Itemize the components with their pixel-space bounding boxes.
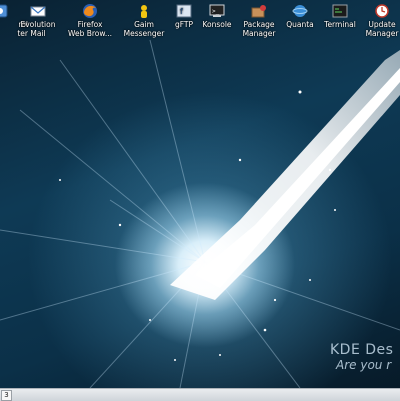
quanta-icon	[292, 5, 308, 17]
update-manager-icon	[375, 4, 389, 18]
package-manager-icon	[251, 5, 266, 18]
desktop-wallpaper: rol ter Evolution Mail Firefox Web Brow.…	[0, 0, 400, 388]
wallpaper-art	[0, 39, 400, 388]
terminal-icon	[332, 4, 348, 18]
gaim-icon	[141, 5, 147, 18]
desktop-icon-evolution-mail[interactable]: Evolution Mail	[10, 3, 66, 38]
wallpaper-caption-line1: KDE Des	[330, 342, 394, 358]
desktop-pager-button[interactable]: 3	[1, 390, 12, 401]
evolution-mail-icon	[30, 6, 46, 17]
wallpaper-caption-line2: Are you r	[336, 358, 392, 372]
konsole-icon: >_	[209, 4, 225, 17]
desktop-icon-label-line2: Messenger	[123, 28, 165, 38]
desktop-icon-label-line2: Web Brow...	[68, 28, 112, 38]
desktop-icons: rol ter Evolution Mail Firefox Web Brow.…	[0, 0, 400, 42]
svg-text:>_: >_	[212, 8, 220, 15]
wallpaper-caption: KDE Des Are you r	[330, 342, 393, 372]
desktop-icon-label-line2: Manager	[242, 28, 276, 38]
desktop-icon-label-line2: Manager	[365, 28, 399, 38]
taskbar: 3	[0, 388, 400, 401]
firefox-icon	[83, 4, 97, 18]
control-center-icon	[0, 4, 8, 18]
svg-text:f: f	[180, 7, 183, 16]
desktop-icon-label-line2: Mail	[30, 28, 46, 38]
desktop-icon-firefox[interactable]: Firefox Web Brow...	[62, 3, 118, 38]
desktop-icon-update-manager[interactable]: Update Manager	[354, 3, 400, 38]
